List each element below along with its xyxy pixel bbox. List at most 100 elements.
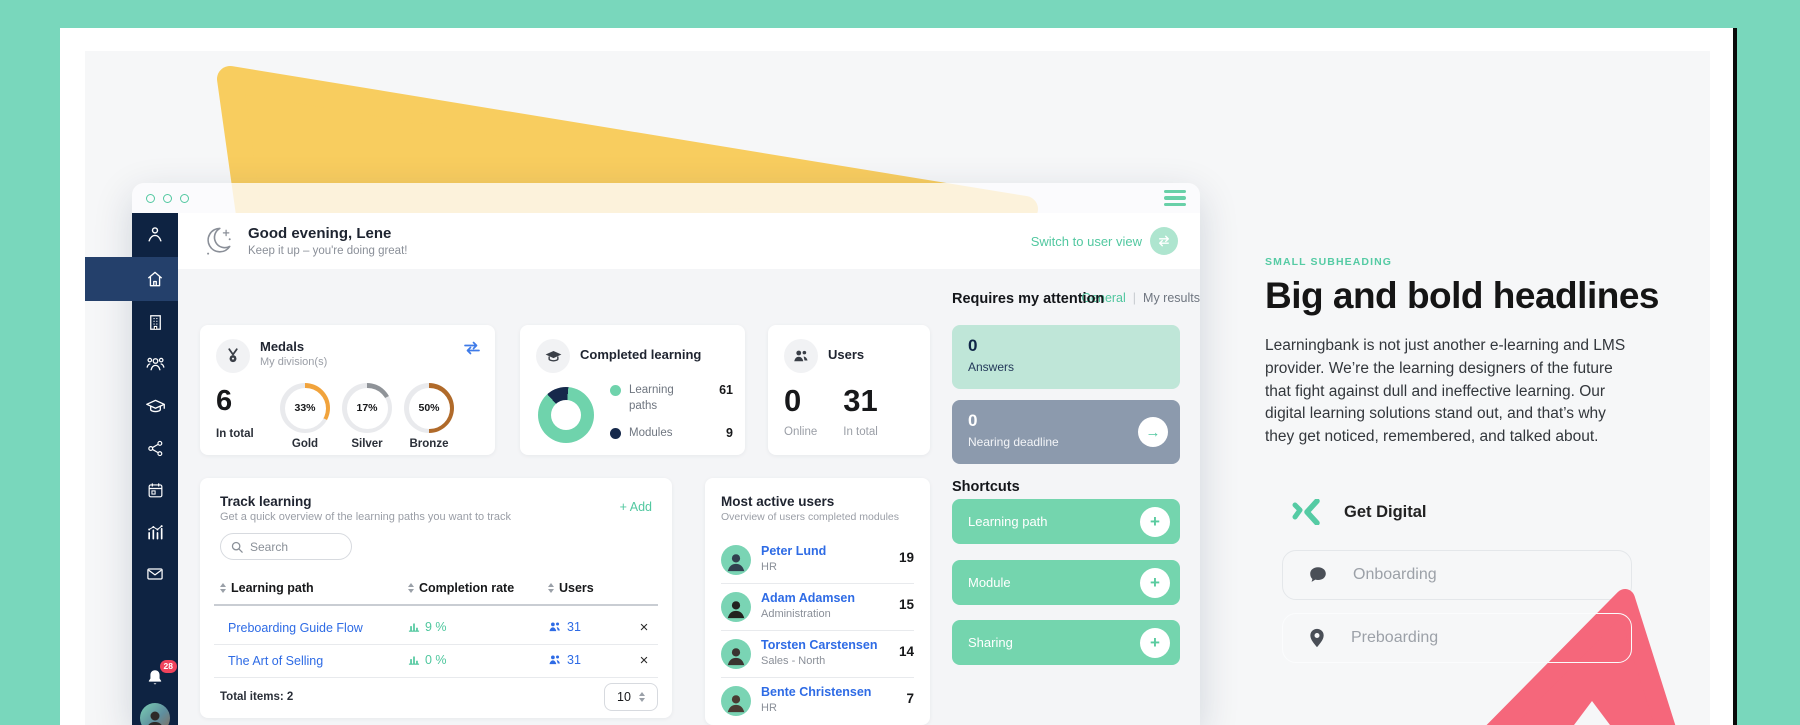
dashboard-content: General | My results Medals My division(… xyxy=(178,269,1200,725)
row-users-count[interactable]: 31 xyxy=(548,653,581,667)
sidebar-logo[interactable] xyxy=(132,213,178,257)
mini-chart-icon xyxy=(408,623,420,632)
moon-icon xyxy=(207,227,231,255)
medals-subtitle: My division(s) xyxy=(260,356,328,368)
medal-icon xyxy=(216,339,250,373)
sidebar-item-calendar[interactable] xyxy=(132,469,178,511)
sidebar-item-learning[interactable] xyxy=(132,385,178,427)
users-online: 0 Online xyxy=(784,383,818,438)
graduation-cap-icon xyxy=(145,399,165,412)
location-pin-icon xyxy=(1310,628,1324,648)
silver-ring: 17% Silver xyxy=(336,383,398,450)
row-users-count[interactable]: 31 xyxy=(548,620,581,634)
greeting-subtitle: Keep it up – you're doing great! xyxy=(248,245,408,257)
completed-title: Completed learning xyxy=(580,347,702,362)
notifications-button[interactable]: 28 xyxy=(144,660,177,689)
menu-icon[interactable] xyxy=(1164,189,1186,207)
track-title: Track learning xyxy=(220,494,312,509)
stepper-icon xyxy=(638,692,645,702)
users-title: Users xyxy=(828,347,865,362)
completed-learning-card: Completed learning Learning paths 61 Mod… xyxy=(520,325,745,455)
deadline-label: Nearing deadline xyxy=(968,435,1059,449)
sidebar-item-messages[interactable] xyxy=(132,553,178,595)
sidebar-item-users[interactable] xyxy=(132,343,178,385)
page-headline: Big and bold headlines xyxy=(1265,275,1659,316)
learning-path-link[interactable]: The Art of Selling xyxy=(228,654,323,668)
eyebrow-label: SMALL SUBHEADING xyxy=(1265,256,1393,268)
remove-row-button[interactable]: × xyxy=(636,619,652,636)
deadline-value: 0 xyxy=(968,411,978,430)
search-box[interactable] xyxy=(220,533,352,560)
window-traffic-dots[interactable] xyxy=(146,193,189,203)
switch-label: Switch to user view xyxy=(1030,233,1142,249)
user-name-link[interactable]: Peter Lund xyxy=(761,544,826,558)
user-name-link[interactable]: Bente Christensen xyxy=(761,685,871,699)
gold-label: Gold xyxy=(291,438,319,450)
most-active-users-card: Most active users Overview of users comp… xyxy=(705,478,930,725)
page-size-select[interactable]: 10 xyxy=(604,683,658,711)
legend-modules: Modules 9 xyxy=(610,426,733,442)
medals-card: Medals My division(s) 6 In total 33% Gol… xyxy=(200,325,495,455)
window-dot[interactable] xyxy=(163,193,172,203)
pill-label: Preboarding xyxy=(1351,629,1439,646)
bar-chart-icon xyxy=(148,525,163,540)
swap-icon[interactable] xyxy=(1150,227,1178,255)
user-name-link[interactable]: Adam Adamsen xyxy=(761,591,855,605)
group-icon xyxy=(146,357,164,370)
user-dept: Administration xyxy=(761,608,831,620)
remove-row-button[interactable]: × xyxy=(636,652,652,669)
nearing-deadline-card[interactable]: 0 Nearing deadline → xyxy=(952,400,1180,464)
learning-path-link[interactable]: Preboarding Guide Flow xyxy=(228,621,363,635)
user-name-link[interactable]: Torsten Carstensen xyxy=(761,638,877,652)
shortcut-module[interactable]: Module + xyxy=(952,560,1180,605)
answers-label: Answers xyxy=(968,360,1015,374)
greeting-title: Good evening, Lene xyxy=(248,225,392,242)
user-dept: HR xyxy=(761,561,777,573)
brand-row: Get Digital xyxy=(1292,499,1427,525)
window-dot[interactable] xyxy=(146,193,155,203)
window-dot[interactable] xyxy=(180,193,189,203)
column-users[interactable]: Users xyxy=(548,581,652,595)
shortcut-learning-path[interactable]: Learning path + xyxy=(952,499,1180,544)
home-icon xyxy=(147,271,163,287)
mail-icon xyxy=(147,568,163,580)
user-dept: HR xyxy=(761,702,777,714)
gold-ring: 33% Gold xyxy=(274,383,336,450)
sidebar-item-organization[interactable] xyxy=(132,301,178,343)
plus-icon[interactable]: + xyxy=(1140,506,1170,537)
user-count: 19 xyxy=(898,550,914,565)
shortcut-sharing[interactable]: Sharing + xyxy=(952,620,1180,665)
mini-chart-icon xyxy=(408,656,420,665)
plus-icon[interactable]: + xyxy=(1140,567,1170,598)
avatar-photo xyxy=(148,711,162,725)
mini-users-icon xyxy=(549,655,560,665)
add-button[interactable]: + Add xyxy=(620,500,652,514)
user-dept: Sales - North xyxy=(761,655,826,667)
dashboard-window: 28 Good evening, Lene Keep it up – you'r… xyxy=(85,183,1200,725)
column-completion-rate[interactable]: Completion rate xyxy=(408,581,548,595)
attention-title: Requires my attention xyxy=(952,291,1105,307)
completion-rate: 9 % xyxy=(408,620,447,634)
active-users-title: Most active users xyxy=(721,494,835,509)
table-row: The Art of Selling 0 % 31 × xyxy=(214,644,658,678)
plus-icon[interactable]: + xyxy=(1140,627,1170,658)
user-count: 7 xyxy=(906,691,914,706)
sidebar: 28 xyxy=(85,213,268,725)
building-icon xyxy=(149,314,161,330)
dashboard-header: Good evening, Lene Keep it up – you're d… xyxy=(178,213,1200,269)
arrow-right-icon[interactable]: → xyxy=(1138,417,1168,447)
sidebar-item-sharing[interactable] xyxy=(132,427,178,469)
preboarding-pill[interactable]: Preboarding xyxy=(1282,613,1632,663)
swap-division-icon[interactable] xyxy=(463,341,481,355)
switch-to-user-view-button[interactable]: Switch to user view xyxy=(1031,227,1178,255)
bronze-label: Bronze xyxy=(409,438,449,450)
profile-avatar[interactable] xyxy=(140,703,170,725)
column-learning-path[interactable]: Learning path xyxy=(220,581,408,595)
list-item: Peter Lund HR 19 xyxy=(721,536,914,583)
sidebar-item-statistics[interactable] xyxy=(132,511,178,553)
mini-users-icon xyxy=(549,622,560,632)
medals-total-label: In total xyxy=(216,428,254,440)
search-input[interactable] xyxy=(250,539,336,554)
calendar-icon xyxy=(148,482,162,497)
user-count: 14 xyxy=(898,644,914,659)
